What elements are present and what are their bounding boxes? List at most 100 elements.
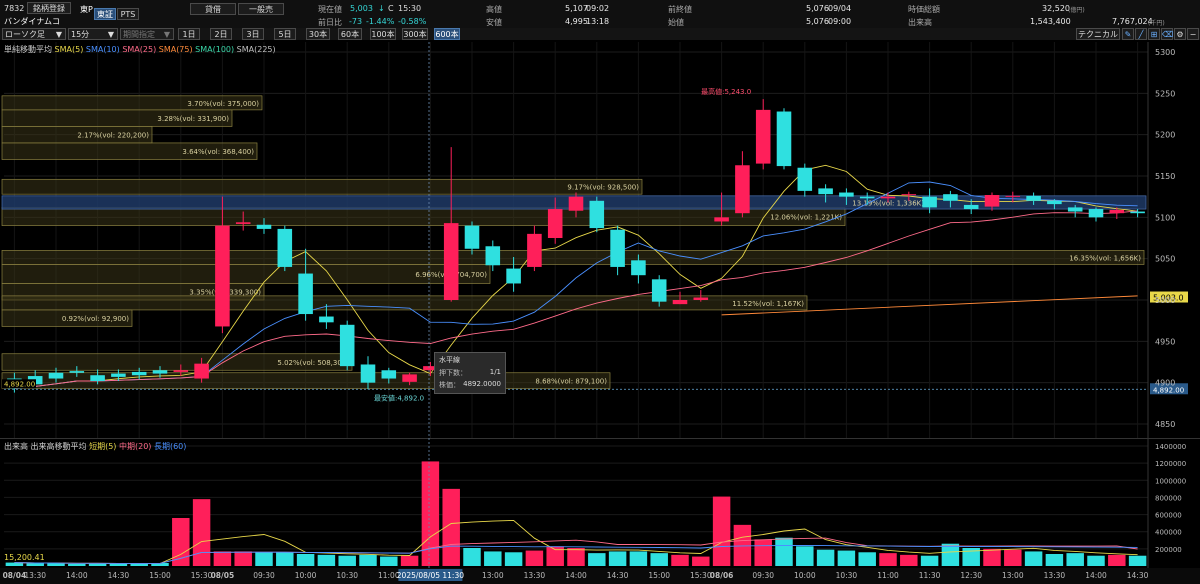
volume-tick-label: 1000000: [1155, 477, 1186, 485]
x-axis-label: 12:30: [960, 571, 982, 580]
candle-body: [693, 297, 709, 300]
range-3d[interactable]: 3日: [242, 28, 264, 40]
x-axis-label: 15:00: [648, 571, 670, 580]
candle-body: [1005, 195, 1021, 197]
volume-bar: [775, 537, 793, 566]
candle-body: [755, 109, 771, 164]
volume-profile-label: 16.35%(vol: 1,656K): [1069, 254, 1141, 262]
x-axis-label: 14:00: [1085, 571, 1107, 580]
measure-icon[interactable]: ⊞: [1148, 28, 1160, 40]
range-30[interactable]: 30本: [306, 28, 330, 40]
volume-profile-label: 11.52%(vol: 1,167K): [732, 300, 804, 308]
market-tse-prime[interactable]: 東P: [80, 4, 93, 15]
candle-body: [610, 229, 625, 267]
market-tab-tse[interactable]: 東証: [94, 8, 116, 20]
range-600[interactable]: 600本: [434, 28, 460, 40]
tooltip-row1-value: 1/1: [489, 368, 501, 376]
volume-profile-label: 9.17%(vol: 928,500): [567, 184, 639, 192]
price-tick-label: 5200: [1155, 131, 1175, 140]
range-100[interactable]: 100本: [370, 28, 396, 40]
tooltip-row2-label: 株価：: [439, 381, 460, 389]
volume-bar: [276, 552, 294, 566]
volume-bar: [317, 554, 336, 566]
price-tick-label: 4950: [1155, 337, 1175, 346]
general-sell-button[interactable]: 一般売: [238, 3, 284, 15]
price-legend: 単純移動平均 SMA(5) SMA(10) SMA(25) SMA(75) SM…: [4, 44, 276, 55]
x-axis-label: 10:30: [836, 571, 858, 580]
open-time: 09:00: [828, 17, 852, 26]
line-tool-icon[interactable]: ╱: [1135, 28, 1147, 40]
candle-body: [131, 371, 147, 376]
candle-body: [48, 372, 64, 379]
candle-body: [1067, 207, 1083, 212]
margin-type-button[interactable]: 貸借: [190, 3, 236, 15]
volume-ma-title: 出来高移動平均: [30, 442, 87, 451]
range-1d[interactable]: 1日: [178, 28, 200, 40]
chart-type-select[interactable]: ローソク足 ▼: [2, 28, 66, 40]
x-axis-label: 10:30: [336, 571, 358, 580]
x-axis-label: 11:00: [877, 571, 899, 580]
down-arrow-icon: ↓: [378, 4, 385, 13]
interval-select[interactable]: 15分 ▼: [68, 28, 118, 40]
period-field[interactable]: 期間指定 ▼: [120, 28, 174, 40]
technical-button[interactable]: テクニカル: [1076, 28, 1120, 40]
candle-body: [1088, 209, 1104, 218]
range-5d[interactable]: 5日: [274, 28, 296, 40]
volume-profile-label: 2.17%(vol: 220,200): [77, 132, 149, 140]
x-axis-label: 15:30: [690, 571, 712, 580]
price-tick-label: 5300: [1155, 48, 1175, 57]
price-chart[interactable]: 3.70%(vol: 375,000) 3.28%(vol: 331,900) 2.…: [0, 42, 1200, 438]
range-60[interactable]: 60本: [338, 28, 362, 40]
volume-profile-label: 12.06%(vol: 1,221K): [770, 214, 842, 222]
current-time: 15:30: [398, 4, 422, 13]
candle-body: [631, 260, 646, 276]
x-axis-label: 15:00: [149, 571, 171, 580]
volume-profile-label: 3.28%(vol: 331,900): [157, 115, 229, 123]
price-tick-label: 5250: [1155, 89, 1175, 98]
volume-bar: [629, 551, 648, 566]
tooltip-row1-label: 押下数：: [439, 369, 467, 377]
volume-bar: [712, 496, 731, 566]
volume-bar: [837, 550, 856, 566]
candle-body: [235, 222, 251, 224]
candle-body: [298, 273, 313, 315]
chevron-down-icon: ▼: [163, 30, 170, 39]
volume-profile-label: 8.68%(vol: 879,100): [535, 378, 607, 386]
chevron-down-icon: ▼: [107, 30, 114, 39]
volume-bar: [68, 563, 86, 566]
volume-bar: [130, 563, 148, 566]
range-2d[interactable]: 2日: [210, 28, 232, 40]
prev-diff-label: 前日比: [318, 18, 342, 27]
volume-bar: [1087, 555, 1105, 566]
candle-body: [111, 373, 126, 377]
volume-chart[interactable]: 200000 400000 600000 800000 1000000 1200000 14…: [0, 438, 1200, 568]
volume-bar: [255, 552, 273, 566]
candle-body: [859, 196, 875, 199]
prev-close-label: 前終値: [668, 5, 692, 14]
pencil-icon[interactable]: ✎: [1122, 28, 1134, 40]
volume-profile-label: 5.02%(vol: 508,300): [277, 359, 349, 367]
high-time: 09:02: [586, 4, 610, 13]
volume-bar: [1024, 551, 1043, 566]
collapse-icon[interactable]: −: [1187, 28, 1199, 40]
volume-bar: [754, 539, 772, 566]
range-300[interactable]: 300本: [402, 28, 428, 40]
x-axis-label: 14:30: [607, 571, 629, 580]
eraser-icon[interactable]: ⌫: [1161, 28, 1173, 40]
volume-tick-label: 1200000: [1155, 460, 1186, 468]
volume-bar: [588, 553, 606, 566]
candle-body: [464, 225, 480, 249]
hline-tooltip: 水平線 押下数： 1/1 株価： 4892.0000: [434, 352, 506, 394]
stock-code: 7832: [4, 4, 25, 13]
x-axis-label: 13:00: [1002, 571, 1024, 580]
settings-icon[interactable]: ⚙: [1174, 28, 1186, 40]
volume-ma-long-label: 長期(60): [153, 442, 187, 451]
x-axis-label: 10:00: [794, 571, 816, 580]
candle-body: [589, 200, 605, 229]
x-axis-label: 10:00: [295, 571, 317, 580]
volume-bar: [359, 554, 377, 566]
register-watchlist-button[interactable]: 銘柄登録: [27, 2, 71, 14]
stock-name: バンダイナムコ: [4, 17, 60, 26]
volume-profile-label: 3.64%(vol: 368,400): [182, 148, 254, 156]
market-tab-pts[interactable]: PTS: [117, 8, 139, 20]
